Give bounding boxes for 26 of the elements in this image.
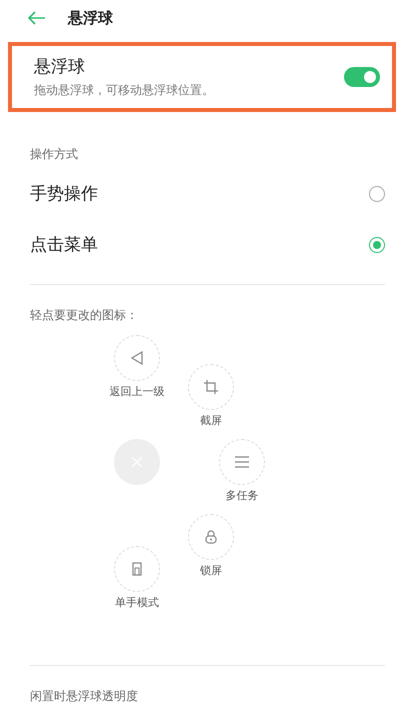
radio-button[interactable]: [369, 186, 385, 202]
icon-slot[interactable]: [114, 546, 160, 592]
icon-label: 多任务: [224, 488, 260, 503]
back-arrow-icon[interactable]: [28, 11, 46, 25]
triangle-icon: [131, 351, 143, 365]
page-title: 悬浮球: [68, 8, 113, 28]
icon-label: 返回上一级: [108, 384, 166, 399]
lock-icon: [205, 530, 217, 544]
icon-slot[interactable]: [188, 514, 234, 560]
icon-label: 单手模式: [114, 595, 160, 610]
icon-label: 锁屏: [199, 563, 223, 578]
icon-slot[interactable]: [188, 364, 234, 410]
setting-title: 悬浮球: [34, 56, 86, 78]
icon-slot[interactable]: [114, 335, 160, 381]
option-label: 手势操作: [30, 183, 98, 205]
section-label: 操作方式: [29, 146, 79, 163]
section-label: 轻点要更改的图标：: [29, 307, 139, 323]
radio-button[interactable]: [369, 236, 385, 252]
option-label: 点击菜单: [30, 234, 98, 256]
toggle-switch[interactable]: [344, 67, 380, 87]
section-label: 闲置时悬浮球透明度: [29, 688, 139, 705]
menu-icon: [235, 456, 249, 468]
phone-icon: [132, 562, 142, 576]
crop-icon: [204, 380, 218, 394]
icon-label: 截屏: [199, 413, 223, 428]
setting-description: 拖动悬浮球，可移动悬浮球位置。: [34, 82, 214, 99]
